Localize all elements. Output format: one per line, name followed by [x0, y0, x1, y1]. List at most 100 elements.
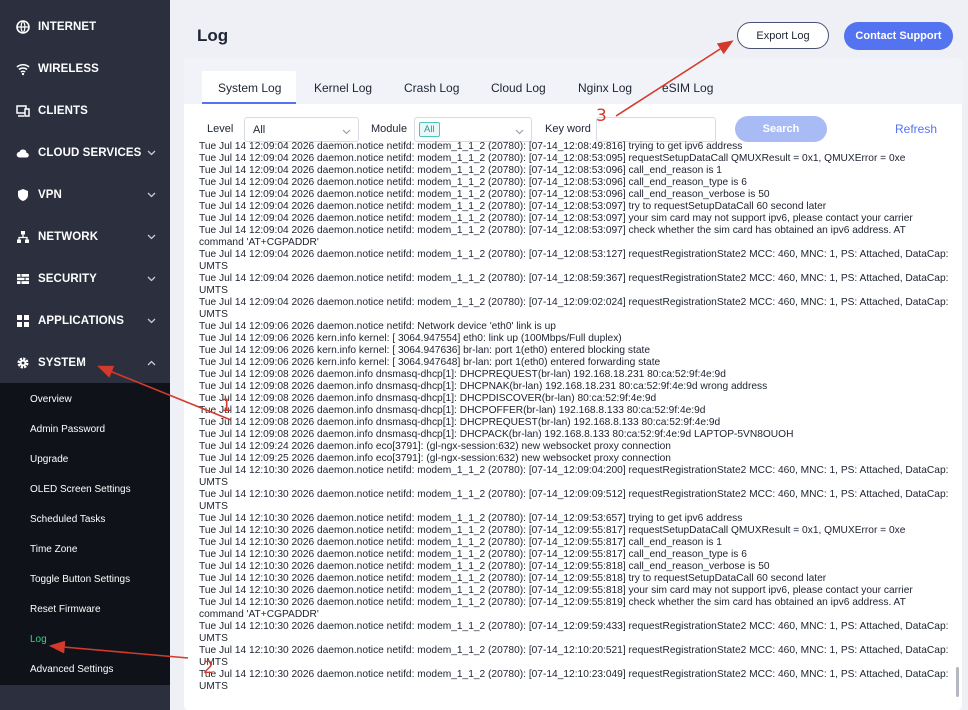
log-line: Tue Jul 14 12:09:04 2026 daemon.notice n…: [199, 249, 949, 272]
log-line: Tue Jul 14 12:09:04 2026 daemon.notice n…: [199, 153, 906, 164]
log-line: Tue Jul 14 12:10:30 2026 daemon.notice n…: [199, 585, 913, 596]
level-select[interactable]: All: [244, 117, 359, 142]
chevron-down-icon: [147, 231, 156, 243]
log-line: Tue Jul 14 12:09:04 2026 daemon.notice n…: [199, 189, 770, 200]
log-line: Tue Jul 14 12:10:30 2026 daemon.notice n…: [199, 597, 906, 620]
log-line: Tue Jul 14 12:10:30 2026 daemon.notice n…: [199, 537, 722, 548]
gear-icon: [16, 356, 30, 370]
export-log-button[interactable]: Export Log: [737, 22, 829, 49]
shield-icon: [16, 188, 30, 202]
apps-icon: [16, 314, 30, 328]
log-line: Tue Jul 14 12:10:30 2026 daemon.notice n…: [199, 489, 949, 512]
annotation-marker-2: 2: [203, 658, 214, 678]
tab-bar: [184, 58, 962, 104]
log-line: Tue Jul 14 12:09:04 2026 daemon.notice n…: [199, 165, 722, 176]
log-line: Tue Jul 14 12:09:04 2026 daemon.notice n…: [199, 201, 827, 212]
submenu-upgrade[interactable]: Upgrade: [30, 454, 68, 465]
log-line: Tue Jul 14 12:09:04 2026 daemon.notice n…: [199, 225, 906, 248]
log-line: Tue Jul 14 12:09:08 2026 daemon.info dns…: [199, 381, 768, 392]
keyword-input[interactable]: [596, 117, 716, 142]
submenu-oled-screen-settings[interactable]: OLED Screen Settings: [30, 484, 131, 495]
cloud-icon: [16, 146, 30, 160]
annotation-marker-3: 3: [596, 106, 607, 126]
sidebar-item-internet[interactable]: INTERNET: [0, 6, 170, 48]
search-button[interactable]: Search: [735, 116, 827, 142]
sidebar-item-label: WIRELESS: [38, 63, 99, 75]
tab-crash-log[interactable]: Crash Log: [404, 81, 459, 111]
log-line: Tue Jul 14 12:09:04 2026 daemon.notice n…: [199, 177, 747, 188]
log-line: Tue Jul 14 12:09:06 2026 kern.info kerne…: [199, 357, 661, 368]
submenu-reset-firmware[interactable]: Reset Firmware: [30, 604, 101, 615]
log-line: Tue Jul 14 12:10:30 2026 daemon.notice n…: [199, 549, 747, 560]
log-line: Tue Jul 14 12:10:30 2026 daemon.notice n…: [199, 513, 743, 524]
annotation-marker-1: 1: [221, 396, 232, 416]
tab-cloud-log[interactable]: Cloud Log: [491, 81, 546, 111]
chevron-up-icon: [147, 357, 156, 369]
submenu-admin-password[interactable]: Admin Password: [30, 424, 105, 435]
chevron-down-icon: [147, 147, 156, 159]
sidebar-item-vpn[interactable]: VPN: [0, 174, 170, 216]
sidebar-item-network[interactable]: NETWORK: [0, 216, 170, 258]
submenu-overview[interactable]: Overview: [30, 394, 72, 405]
submenu-scheduled-tasks[interactable]: Scheduled Tasks: [30, 514, 105, 525]
sidebar-item-label: NETWORK: [38, 231, 99, 243]
log-line: Tue Jul 14 12:10:30 2026 daemon.notice n…: [199, 621, 949, 644]
module-label: Module: [371, 123, 408, 135]
log-line: Tue Jul 14 12:09:04 2026 daemon.notice n…: [199, 297, 949, 320]
level-label: Level: [207, 123, 234, 135]
contact-support-button[interactable]: Contact Support: [844, 22, 953, 50]
sidebar-item-security[interactable]: SECURITY: [0, 258, 170, 300]
log-line: Tue Jul 14 12:09:06 2026 kern.info kerne…: [199, 345, 651, 356]
keyword-label: Key word: [545, 123, 591, 135]
sidebar-item-label: VPN: [38, 189, 62, 201]
firewall-icon: [16, 272, 30, 286]
sidebar-item-clients[interactable]: CLIENTS: [0, 90, 170, 132]
sidebar-item-label: INTERNET: [38, 21, 97, 33]
sidebar-item-system[interactable]: SYSTEM: [0, 342, 170, 384]
submenu-advanced-settings[interactable]: Advanced Settings: [30, 664, 113, 675]
level-select-value: All: [253, 123, 266, 136]
refresh-link[interactable]: Refresh: [895, 122, 937, 136]
log-line: Tue Jul 14 12:10:30 2026 daemon.notice n…: [199, 573, 827, 584]
submenu-toggle-button-settings[interactable]: Toggle Button Settings: [30, 574, 130, 585]
log-line: Tue Jul 14 12:10:30 2026 daemon.notice n…: [199, 525, 906, 536]
chevron-down-icon: [147, 273, 156, 285]
chevron-down-icon: [147, 315, 156, 327]
system-submenu: Overview Admin Password Upgrade OLED Scr…: [0, 383, 170, 685]
module-chip: All: [419, 122, 440, 137]
globe-icon: [16, 20, 30, 34]
log-line: Tue Jul 14 12:09:24 2026 daemon.info eco…: [199, 441, 671, 452]
network-icon: [16, 230, 30, 244]
module-select[interactable]: All: [414, 117, 532, 142]
log-line: Tue Jul 14 12:09:04 2026 daemon.notice n…: [199, 273, 949, 296]
chevron-down-icon: [147, 189, 156, 201]
log-output: Tue Jul 14 12:09:04 2026 daemon.notice n…: [199, 141, 951, 693]
tab-kernel-log[interactable]: Kernel Log: [314, 81, 372, 111]
devices-icon: [16, 104, 30, 118]
log-line: Tue Jul 14 12:09:08 2026 daemon.info dns…: [199, 405, 706, 416]
submenu-log[interactable]: Log: [30, 634, 47, 645]
sidebar-item-wireless[interactable]: WIRELESS: [0, 48, 170, 90]
log-line: Tue Jul 14 12:09:04 2026 daemon.notice n…: [199, 141, 743, 152]
sidebar-item-cloud-services[interactable]: CLOUD SERVICES: [0, 132, 170, 174]
log-line: Tue Jul 14 12:09:08 2026 daemon.info dns…: [199, 393, 657, 404]
sidebar-item-label: APPLICATIONS: [38, 315, 124, 327]
sidebar: INTERNET WIRELESS CLIENTS CLOUD SERVICES…: [0, 0, 170, 710]
log-scrollbar[interactable]: [956, 667, 959, 697]
log-line: Tue Jul 14 12:09:08 2026 daemon.info dns…: [199, 417, 721, 428]
tab-system-log[interactable]: System Log: [218, 81, 281, 111]
sidebar-item-label: SYSTEM: [38, 357, 86, 369]
tab-esim-log[interactable]: eSIM Log: [662, 81, 713, 111]
chevron-down-icon: [342, 126, 351, 138]
log-line: Tue Jul 14 12:09:04 2026 daemon.notice n…: [199, 213, 913, 224]
log-line: Tue Jul 14 12:10:30 2026 daemon.notice n…: [199, 561, 770, 572]
submenu-time-zone[interactable]: Time Zone: [30, 544, 77, 555]
page-title: Log: [197, 26, 229, 45]
wifi-icon: [16, 62, 30, 76]
log-line: Tue Jul 14 12:10:30 2026 daemon.notice n…: [199, 669, 949, 692]
sidebar-item-applications[interactable]: APPLICATIONS: [0, 300, 170, 342]
sidebar-item-label: SECURITY: [38, 273, 97, 285]
log-line: Tue Jul 14 12:10:30 2026 daemon.notice n…: [199, 465, 949, 488]
log-line: Tue Jul 14 12:09:25 2026 daemon.info eco…: [199, 453, 671, 464]
log-line: Tue Jul 14 12:09:06 2026 kern.info kerne…: [199, 333, 622, 344]
